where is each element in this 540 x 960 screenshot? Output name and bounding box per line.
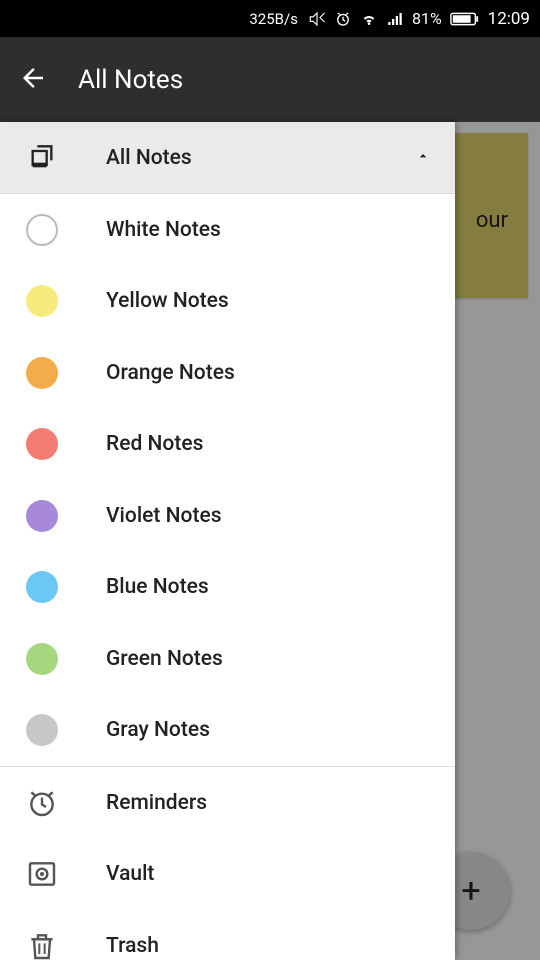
drawer-item-label: Violet Notes <box>106 504 222 528</box>
app-bar: All Notes <box>0 37 540 122</box>
drawer-item-gray[interactable]: Gray Notes <box>0 695 455 767</box>
drawer-item-label: Yellow Notes <box>106 289 229 313</box>
drawer-header-all-notes[interactable]: All Notes <box>0 122 455 194</box>
wifi-icon <box>360 10 378 28</box>
drawer-item-orange[interactable]: Orange Notes <box>0 337 455 409</box>
color-swatch-gray <box>26 714 58 746</box>
drawer-item-violet[interactable]: Violet Notes <box>0 480 455 552</box>
vault-icon <box>24 856 60 892</box>
color-swatch-white <box>26 214 58 246</box>
back-button[interactable] <box>18 63 48 97</box>
battery-percent: 81% <box>412 9 442 28</box>
color-swatch-yellow <box>26 285 58 317</box>
drawer-item-trash[interactable]: Trash <box>0 910 455 960</box>
status-bar: 325B/s 81% 12:09 <box>0 0 540 37</box>
drawer-item-label: Green Notes <box>106 647 223 671</box>
page-title: All Notes <box>78 65 183 95</box>
color-swatch-red <box>26 428 58 460</box>
drawer-item-white[interactable]: White Notes <box>0 194 455 266</box>
data-speed: 325B/s <box>249 10 298 28</box>
alarm-clock-icon <box>24 785 60 821</box>
drawer-item-label: Gray Notes <box>106 718 210 742</box>
drawer-item-label: Reminders <box>106 791 207 815</box>
nav-drawer: All Notes White Notes Yellow Notes Orang… <box>0 122 455 960</box>
content-area: our + All Notes White Notes Yellow Notes… <box>0 122 540 960</box>
drawer-item-label: Blue Notes <box>106 575 209 599</box>
color-swatch-violet <box>26 500 58 532</box>
drawer-item-label: Red Notes <box>106 432 203 456</box>
drawer-item-reminders[interactable]: Reminders <box>0 767 455 839</box>
drawer-item-blue[interactable]: Blue Notes <box>0 552 455 624</box>
battery-icon <box>450 11 480 27</box>
drawer-item-yellow[interactable]: Yellow Notes <box>0 266 455 338</box>
signal-icon <box>386 10 404 28</box>
drawer-item-green[interactable]: Green Notes <box>0 623 455 695</box>
alarm-icon <box>334 10 352 28</box>
drawer-item-label: White Notes <box>106 218 221 242</box>
mute-icon <box>308 10 326 28</box>
chevron-up-icon <box>415 148 431 168</box>
drawer-item-vault[interactable]: Vault <box>0 839 455 911</box>
color-swatch-orange <box>26 357 58 389</box>
clock: 12:09 <box>488 9 530 29</box>
arrow-left-icon <box>18 63 48 93</box>
drawer-item-label: Orange Notes <box>106 361 235 385</box>
drawer-item-label: Trash <box>106 934 159 958</box>
library-icon <box>24 140 60 176</box>
color-swatch-blue <box>26 571 58 603</box>
trash-icon <box>24 928 60 960</box>
drawer-header-label: All Notes <box>106 146 192 170</box>
color-swatch-green <box>26 643 58 675</box>
drawer-item-red[interactable]: Red Notes <box>0 409 455 481</box>
drawer-item-label: Vault <box>106 862 154 886</box>
